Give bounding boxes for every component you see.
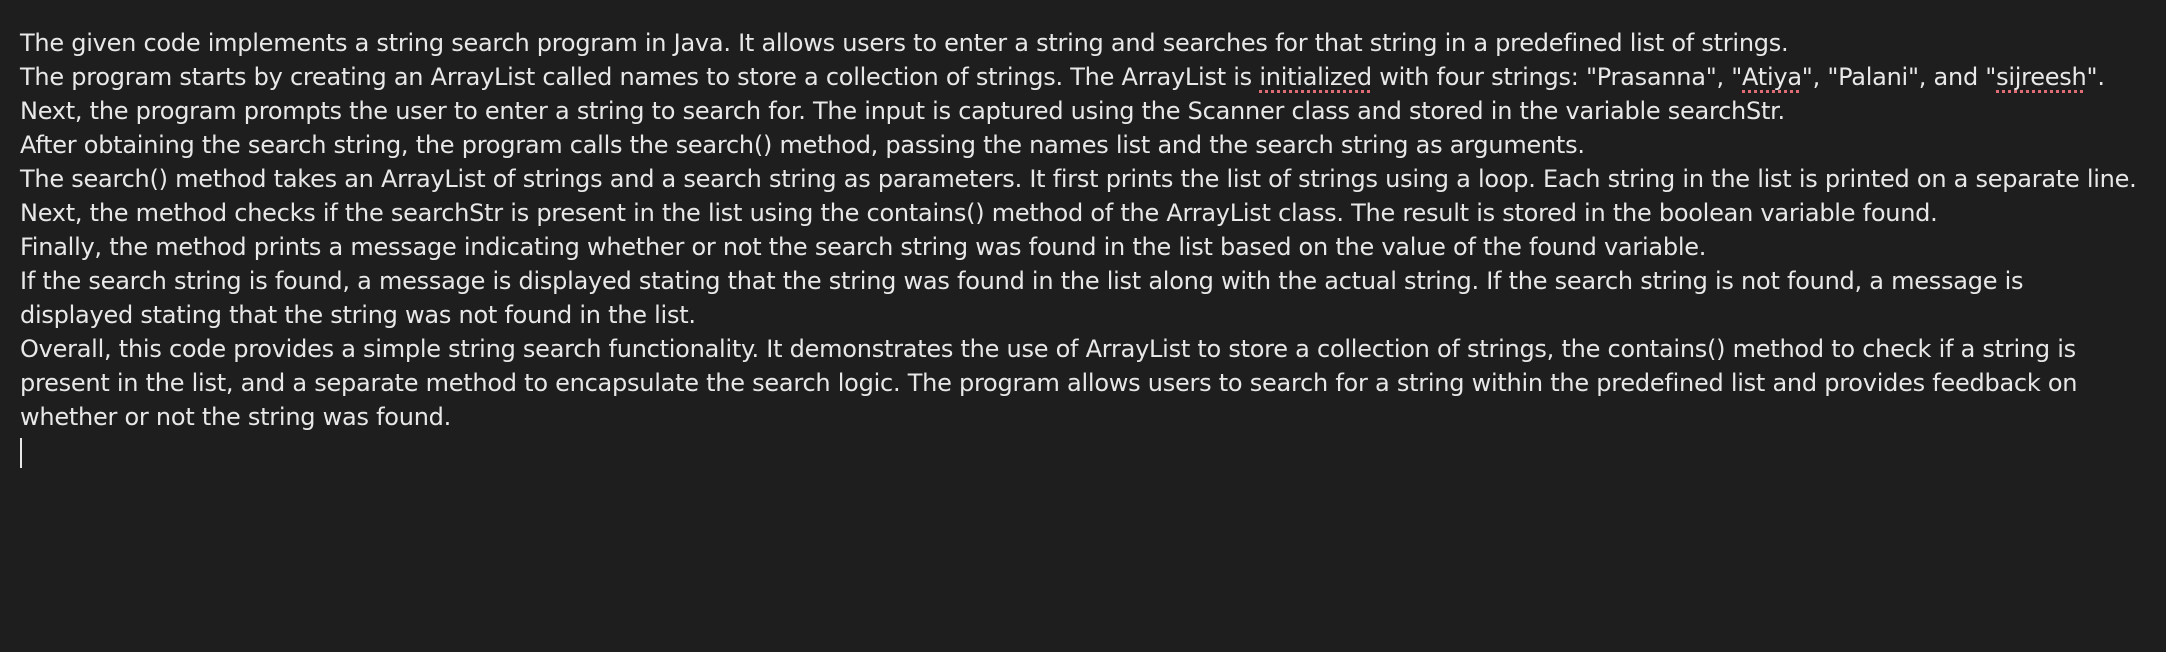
text-run: If the search string is found, a message…: [20, 267, 2024, 329]
text-cursor: [20, 438, 22, 468]
paragraph: Overall, this code provides a simple str…: [20, 332, 2140, 434]
text-run: The program starts by creating an ArrayL…: [20, 63, 1260, 91]
text-run: Next, the method checks if the searchStr…: [20, 199, 1938, 227]
text-run: Next, the program prompts the user to en…: [20, 97, 1785, 125]
paragraph: If the search string is found, a message…: [20, 264, 2140, 332]
text-run: ".: [2086, 63, 2105, 91]
text-run: with four strings: "Prasanna", ": [1371, 63, 1743, 91]
text-run: ", "Palani", and ": [1801, 63, 1997, 91]
text-run: After obtaining the search string, the p…: [20, 131, 1585, 159]
text-run: Finally, the method prints a message ind…: [20, 233, 1707, 261]
paragraph: Next, the program prompts the user to en…: [20, 94, 2140, 128]
text-editor-area[interactable]: The given code implements a string searc…: [0, 0, 2166, 652]
document-body[interactable]: The given code implements a string searc…: [20, 26, 2140, 434]
text-run: The given code implements a string searc…: [20, 29, 1789, 57]
misspelled-word: sijreesh: [1996, 63, 2087, 91]
paragraph: Next, the method checks if the searchStr…: [20, 196, 2140, 230]
misspelled-word: initialized: [1259, 63, 1372, 91]
misspelled-word: Atiya: [1742, 63, 1802, 91]
paragraph: Finally, the method prints a message ind…: [20, 230, 2140, 264]
paragraph: The given code implements a string searc…: [20, 26, 2140, 60]
paragraph: The search() method takes an ArrayList o…: [20, 162, 2140, 196]
paragraph: After obtaining the search string, the p…: [20, 128, 2140, 162]
empty-line[interactable]: [20, 434, 2146, 468]
text-run: The search() method takes an ArrayList o…: [20, 165, 2137, 193]
text-run: Overall, this code provides a simple str…: [20, 335, 2078, 431]
paragraph: The program starts by creating an ArrayL…: [20, 60, 2140, 94]
